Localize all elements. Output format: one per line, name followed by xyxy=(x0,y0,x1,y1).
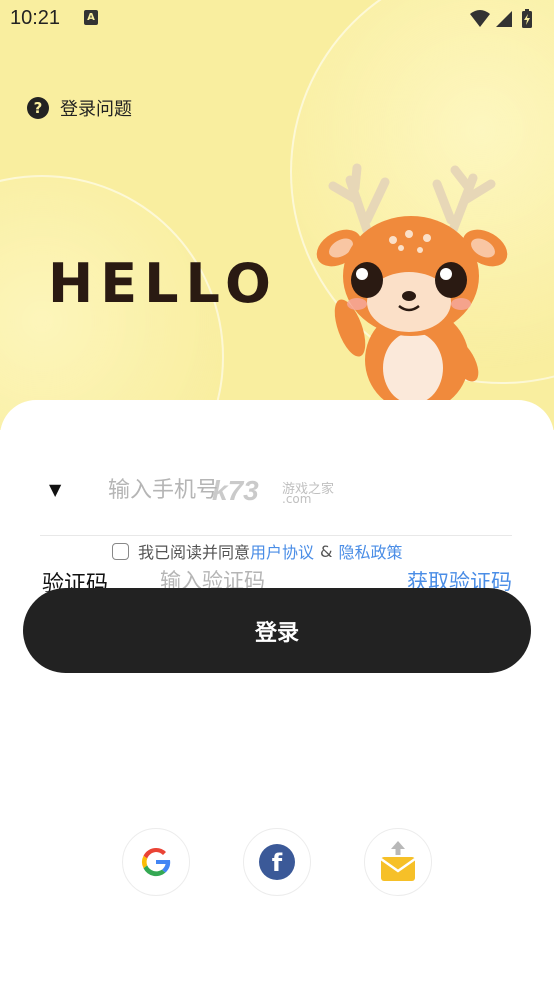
privacy-policy-link[interactable]: 隐私政策 xyxy=(339,539,403,563)
facebook-glyph: f xyxy=(272,849,283,877)
signal-battery-icon xyxy=(470,9,532,28)
login-button[interactable]: 登录 xyxy=(23,588,531,673)
deer-mascot-illustration xyxy=(316,163,508,410)
status-time: 10:21 xyxy=(10,7,61,29)
watermark-domain: .com xyxy=(282,492,312,506)
facebook-login-button[interactable]: f xyxy=(243,828,311,896)
agreement-text: 我已阅读并同意 xyxy=(138,543,251,562)
email-login-button[interactable] xyxy=(364,828,432,896)
watermark-logo: k73 xyxy=(212,475,259,506)
login-help-link[interactable]: ? 登录问题 xyxy=(27,96,132,120)
agreement-ampersand: & xyxy=(320,541,333,561)
login-help-text: 登录问题 xyxy=(60,99,132,120)
hero-header: 10:21 A ? 登录问题 HELLO xyxy=(0,0,554,430)
country-code-dropdown[interactable]: ▼ xyxy=(49,480,61,499)
google-icon xyxy=(142,847,171,877)
google-login-button[interactable] xyxy=(122,828,190,896)
notification-icon: A xyxy=(84,10,98,25)
help-icon: ? xyxy=(27,97,49,119)
user-agreement-link[interactable]: 用户协议 xyxy=(250,539,314,563)
facebook-icon: f xyxy=(259,844,295,880)
agreement-checkbox[interactable] xyxy=(112,542,129,560)
status-bar: 10:21 A xyxy=(0,0,554,38)
agreement-row: 我已阅读并同意 用户协议 & 隐私政策 xyxy=(112,540,403,562)
input-divider xyxy=(40,535,512,536)
email-icon xyxy=(380,841,416,881)
hello-title: HELLO xyxy=(48,252,278,315)
status-icons xyxy=(468,8,544,34)
